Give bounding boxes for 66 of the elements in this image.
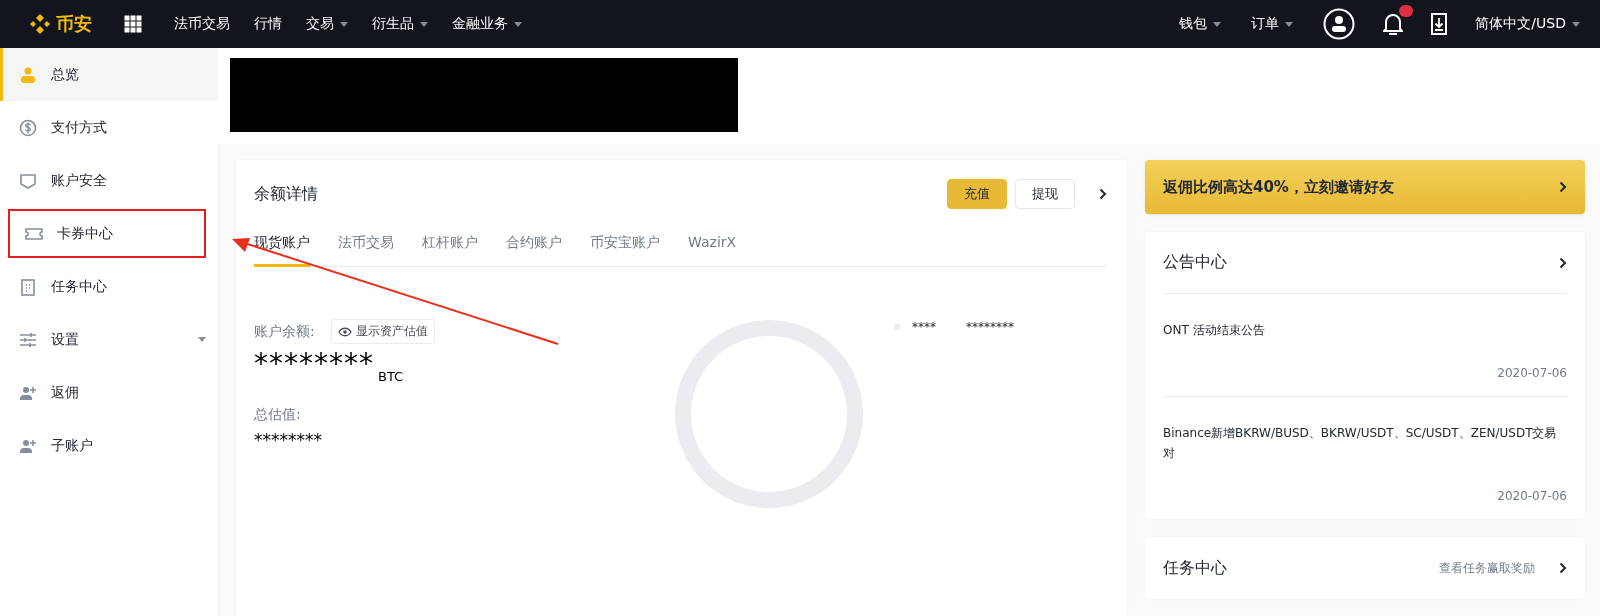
account-tab[interactable]: 现货账户 bbox=[254, 226, 310, 267]
language-selector[interactable]: 简体中文/USD bbox=[1475, 15, 1580, 33]
clipboard-icon bbox=[19, 277, 37, 296]
caret-icon bbox=[340, 21, 348, 27]
caret-icon bbox=[198, 337, 206, 342]
nav-menu-item[interactable]: 订单 bbox=[1251, 15, 1294, 33]
account-tab[interactable]: 币安宝账户 bbox=[590, 226, 660, 267]
total-label: 总估值: bbox=[254, 406, 302, 424]
announcement-date: 2020-07-06 bbox=[1496, 489, 1567, 503]
account-tab[interactable]: 杠杆账户 bbox=[422, 226, 478, 267]
app-grid-icon[interactable] bbox=[124, 15, 142, 33]
caret-icon bbox=[1572, 21, 1580, 27]
dollar-icon bbox=[19, 118, 37, 137]
task-link[interactable]: 查看任务赢取奖励 bbox=[1439, 559, 1535, 577]
eye-icon bbox=[337, 326, 352, 337]
sidebar-item[interactable]: 子账户 bbox=[0, 419, 218, 472]
sidebar-item[interactable]: 任务中心 bbox=[0, 260, 218, 313]
banner-text: 返佣比例高达40%，立刻邀请好友 bbox=[1163, 177, 1395, 197]
balance-amount: ******** bbox=[254, 350, 374, 378]
card-title: 任务中心 bbox=[1163, 557, 1228, 579]
caret-icon bbox=[420, 21, 428, 27]
account-tab[interactable]: 法币交易 bbox=[338, 226, 394, 267]
caret-icon bbox=[514, 21, 522, 27]
chevron-right-icon bbox=[1099, 188, 1107, 200]
card-title: 公告中心 bbox=[1163, 252, 1228, 273]
legend-name: **** bbox=[912, 320, 936, 334]
account-tab[interactable]: WazirX bbox=[688, 226, 737, 267]
notification-badge bbox=[1399, 5, 1414, 17]
announcement-link[interactable]: Binance新增BKRW/BUSD、BKRW/USDT、SC/USDT、ZEN/USDT交易对 bbox=[1163, 423, 1567, 463]
sidebar-item[interactable]: 设置 bbox=[0, 313, 218, 366]
nav-menu-item[interactable]: 交易 bbox=[306, 15, 348, 33]
diamond-logo-icon bbox=[28, 12, 52, 36]
caret-icon bbox=[1213, 21, 1222, 27]
brand-name[interactable]: 币安 bbox=[56, 12, 92, 36]
total-value: ******** bbox=[254, 430, 323, 450]
sidebar-item[interactable]: 支付方式 bbox=[0, 101, 218, 154]
download-icon[interactable] bbox=[1431, 13, 1448, 35]
sliders-icon bbox=[19, 330, 37, 349]
legend-value: ******** bbox=[966, 320, 1014, 334]
nav-menu-item[interactable]: 金融业务 bbox=[452, 15, 522, 33]
withdraw-button[interactable]: 提现 bbox=[1015, 179, 1075, 209]
announcement-link[interactable]: ONT 活动结束公告 bbox=[1163, 320, 1567, 340]
nav-menu-item[interactable]: 法币交易 bbox=[174, 15, 230, 33]
card-title: 余额详情 bbox=[254, 183, 319, 205]
deposit-button[interactable]: 充值 bbox=[947, 179, 1007, 209]
user-avatar-icon[interactable] bbox=[1323, 8, 1356, 40]
invite-banner[interactable]: 返佣比例高达40%，立刻邀请好友 bbox=[1145, 160, 1585, 214]
nav-menu-item[interactable]: 衍生品 bbox=[372, 15, 428, 33]
account-tab[interactable]: 合约账户 bbox=[506, 226, 562, 267]
announcement-date: 2020-07-06 bbox=[1496, 366, 1567, 380]
chevron-right-icon bbox=[1559, 181, 1567, 193]
nav-menu-item[interactable]: 行情 bbox=[254, 15, 282, 33]
nav-menu-item[interactable]: 钱包 bbox=[1179, 15, 1222, 33]
user-icon bbox=[19, 65, 37, 84]
sidebar-item[interactable]: 账户安全 bbox=[0, 154, 218, 207]
show-value-button[interactable]: 显示资产估值 bbox=[330, 319, 435, 344]
sidebar-item[interactable]: 卡券中心 bbox=[6, 207, 208, 260]
chevron-right-icon bbox=[1559, 562, 1567, 574]
balance-label: 账户余额: bbox=[254, 322, 315, 341]
shield-icon bbox=[19, 171, 37, 190]
bell-icon[interactable] bbox=[1383, 13, 1404, 35]
currency-unit: BTC bbox=[378, 369, 404, 384]
sidebar-item[interactable]: 总览 bbox=[0, 48, 218, 101]
caret-icon bbox=[1285, 21, 1294, 27]
sidebar-item[interactable]: 返佣 bbox=[0, 366, 218, 419]
chevron-right-icon bbox=[1559, 256, 1567, 269]
